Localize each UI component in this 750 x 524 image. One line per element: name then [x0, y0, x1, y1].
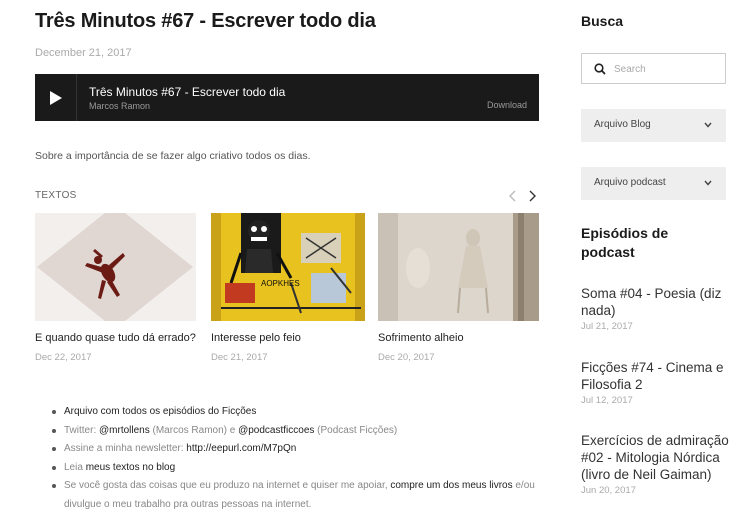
chevron-left-icon — [509, 190, 516, 202]
list-item: Assine a minha newsletter: http://eepurl… — [52, 440, 542, 459]
link-archive-ficcoes[interactable]: Arquivo com todos os episódios do Ficçõe… — [64, 406, 256, 417]
list-item: Arquivo com todos os episódios do Ficçõe… — [52, 403, 542, 422]
play-icon — [49, 90, 62, 105]
post-date: December 21, 2017 — [35, 47, 132, 59]
episodes-heading: Episódios de podcast — [581, 225, 669, 260]
player-track-title: Três Minutos #67 - Escrever todo dia — [89, 85, 286, 99]
episode-item: Soma #04 - Poesia (diz nada) Jul 21, 201… — [581, 285, 746, 332]
episode-item: Ficções #74 - Cinema e Filosofia 2 Jul 1… — [581, 359, 746, 406]
audio-player: Três Minutos #67 - Escrever todo dia Mar… — [35, 74, 539, 121]
episode-title[interactable]: Soma #04 - Poesia (diz nada) — [581, 285, 746, 319]
post-links-list: Arquivo com todos os episódios do Ficçõe… — [52, 403, 542, 514]
select-label: Arquivo Blog — [594, 119, 651, 130]
card-date: Dec 21, 2017 — [211, 352, 268, 363]
list-item: Leia meus textos no blog — [52, 459, 542, 478]
chevron-down-icon — [704, 180, 712, 186]
blog-archive-select[interactable]: Arquivo Blog — [581, 109, 726, 142]
link-buy-books[interactable]: compre um dos meus livros — [390, 480, 512, 491]
text: Se você gosta das coisas que eu produzo … — [64, 480, 391, 491]
episode-date: Jun 20, 2017 — [581, 485, 636, 496]
search-input[interactable] — [614, 60, 719, 78]
carousel-next-button[interactable] — [526, 189, 538, 203]
chevron-right-icon — [529, 190, 536, 202]
text: Twitter: — [64, 424, 100, 436]
list-item: Se você gosta das coisas que eu produzo … — [52, 477, 542, 514]
text: Leia — [64, 461, 86, 473]
link-newsletter[interactable]: http://eepurl.com/M7pQn — [186, 443, 296, 454]
download-link[interactable]: Download — [487, 100, 527, 110]
search-box[interactable] — [581, 53, 726, 84]
text-card[interactable]: Sofrimento alheio Dec 20, 2017 — [378, 213, 539, 363]
text: (Marcos Ramon) e — [149, 424, 239, 436]
episode-date: Jul 12, 2017 — [581, 395, 633, 406]
select-label: Arquivo podcast — [594, 177, 666, 188]
episode-item: Exercícios de admiração #02 - Mitologia … — [581, 432, 746, 496]
episode-title[interactable]: Ficções #74 - Cinema e Filosofia 2 — [581, 359, 746, 393]
card-title[interactable]: Interesse pelo feio — [211, 332, 372, 344]
link-twitter-podcastficcoes[interactable]: @podcastficcoes — [238, 425, 314, 436]
list-item: Twitter: @mrtollens (Marcos Ramon) e @po… — [52, 422, 542, 441]
post-title: Três Minutos #67 - Escrever todo dia — [35, 10, 376, 32]
chevron-down-icon — [704, 122, 712, 128]
search-icon — [594, 63, 606, 75]
player-author: Marcos Ramon — [89, 101, 151, 111]
post-description: Sobre a importância de se fazer algo cri… — [35, 150, 311, 162]
play-button[interactable] — [35, 74, 77, 121]
painting-text: AOPKHES — [261, 279, 300, 288]
text: (Podcast Ficções) — [314, 424, 398, 436]
episode-title[interactable]: Exercícios de admiração #02 - Mitologia … — [581, 432, 746, 483]
text-card[interactable]: E quando quase tudo dá errado? Dec 22, 2… — [35, 213, 196, 363]
card-date: Dec 22, 2017 — [35, 352, 92, 363]
text: Assine a minha newsletter: — [64, 443, 187, 454]
card-image-basquiat-painting[interactable]: AOPKHES — [211, 213, 372, 321]
text-card[interactable]: AOPKHES Interesse pelo feio Dec 21, 2017 — [211, 213, 372, 363]
link-blog-texts[interactable]: meus textos no blog — [86, 462, 176, 473]
textos-section-header: TEXTOS — [35, 190, 77, 201]
card-date: Dec 20, 2017 — [378, 352, 435, 363]
card-image-falling-figure[interactable] — [35, 213, 196, 321]
podcast-archive-select[interactable]: Arquivo podcast — [581, 167, 726, 200]
carousel-prev-button[interactable] — [507, 189, 519, 203]
card-title[interactable]: E quando quase tudo dá errado? — [35, 332, 196, 344]
episode-date: Jul 21, 2017 — [581, 321, 633, 332]
card-title[interactable]: Sofrimento alheio — [378, 332, 539, 344]
card-image-pale-figure[interactable] — [378, 213, 539, 321]
link-twitter-mrtollens[interactable]: @mrtollens — [99, 425, 150, 436]
search-heading: Busca — [581, 13, 624, 29]
